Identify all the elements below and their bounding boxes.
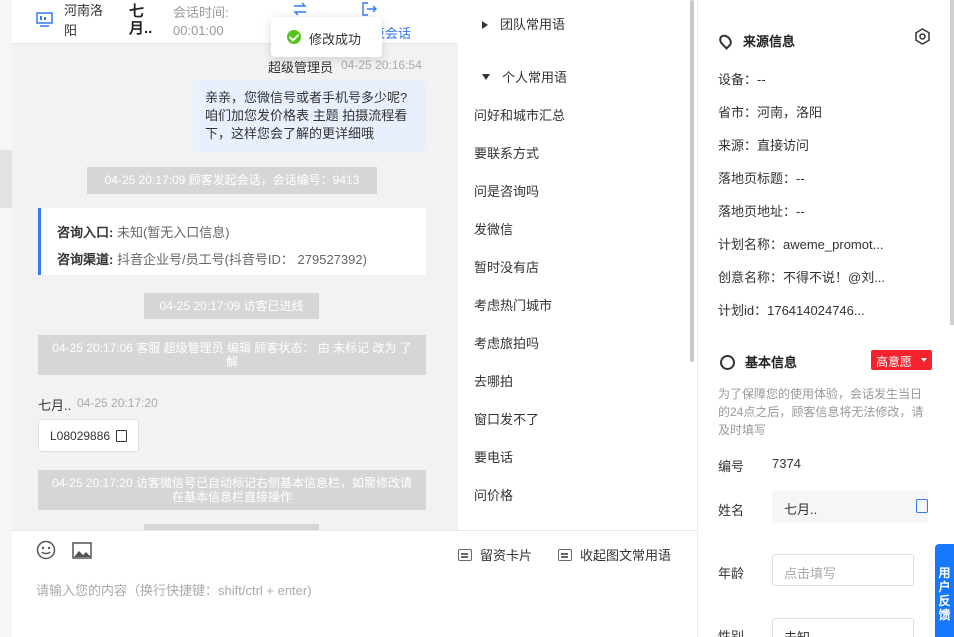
end-session-icon[interactable]	[361, 1, 377, 17]
channel-label: 咨询渠道:	[57, 252, 114, 267]
customer-code-text: L08029886	[50, 429, 111, 443]
personal-phrases-group[interactable]: 个人常用语	[482, 67, 567, 86]
collapse-phrases-label: 收起图文常用语	[580, 548, 672, 563]
message-input[interactable]: 请输入您的内容（换行快捷键：shift/ctrl + enter)	[36, 580, 312, 599]
source-landing-url: 落地页地址：--	[718, 204, 805, 219]
lead-card-label: 留资卡片	[480, 548, 533, 563]
age-label: 年龄	[718, 566, 745, 581]
card-icon	[458, 549, 472, 561]
image-icon[interactable]	[72, 542, 92, 559]
personal-phrases-label: 个人常用语	[502, 70, 568, 85]
phrase-item[interactable]: 要联系方式	[474, 143, 539, 162]
chat-panel: 河南洛阳 七月.. 会话时间: 00:01:00 束会话 修改成功 超级管理员 …	[12, 0, 458, 530]
check-circle-icon	[287, 30, 301, 44]
source-plan-name: 计划名称：aweme_promot...	[718, 237, 884, 252]
session-time-label: 会话时间:	[173, 5, 229, 20]
phrase-item[interactable]: 问是咨询吗	[474, 181, 539, 200]
lead-card-button[interactable]: 留资卡片	[458, 545, 532, 564]
source-origin: 来源：直接访问	[718, 138, 810, 153]
name-label: 姓名	[718, 503, 745, 518]
basic-info-note: 为了保障您的使用体验，会话发生当日的24点之后，顾客信息将无法修改，请及时填写	[718, 387, 924, 437]
entry-value: 未知(暂无入口信息)	[116, 225, 230, 240]
basic-info-label: 基本信息	[745, 355, 798, 370]
intent-badge-dropdown[interactable]: 高意愿	[871, 350, 932, 370]
location-pin-icon	[716, 32, 735, 50]
phrase-item[interactable]: 问好和城市汇总	[474, 105, 565, 124]
entry-line: 咨询入口: 未知(暂无入口信息)	[57, 219, 410, 246]
gender-label: 性别	[718, 629, 745, 637]
copy-icon[interactable]	[916, 499, 928, 513]
phrase-item[interactable]: 发微信	[474, 219, 513, 238]
source-plan-id: 计划id：176414024746...	[718, 303, 865, 318]
monitor-icon	[36, 12, 53, 27]
phrases-scrollbar[interactable]	[690, 0, 694, 362]
source-info-title: 来源信息	[716, 31, 796, 50]
phrase-item[interactable]: 暂时没有店	[474, 257, 539, 276]
source-device: 设备：--	[718, 72, 766, 87]
team-phrases-group[interactable]: 团队常用语	[482, 14, 565, 33]
copy-icon[interactable]	[116, 430, 127, 442]
settings-icon[interactable]	[914, 28, 931, 45]
phrase-item[interactable]: 问价格	[474, 485, 513, 504]
customer-name: 七月..	[129, 3, 153, 37]
common-phrases-panel: 团队常用语 个人常用语 问好和城市汇总 要联系方式 问是咨询吗 发微信 暂时没有…	[458, 0, 697, 530]
right-panel-scrollbar[interactable]	[950, 0, 954, 325]
success-toast: 修改成功	[271, 17, 382, 57]
channel-line: 咨询渠道: 抖音企业号/员工号(抖音号ID： 279527392)	[57, 246, 410, 273]
agent-message-time: 04-25 20:16:54	[341, 58, 422, 72]
caret-right-icon	[482, 21, 488, 29]
chat-header: 河南洛阳 七月.. 会话时间: 00:01:00 束会话	[12, 0, 458, 44]
left-edge-strip	[0, 150, 12, 208]
agent-sender-name: 超级管理员	[268, 60, 334, 75]
id-value: 7374	[772, 456, 801, 471]
team-phrases-label: 团队常用语	[500, 17, 566, 32]
system-message-session-start: 04-25 20:17:09 顾客发起会话，会话编号：9413	[87, 167, 377, 194]
phrase-item[interactable]: 窗口发不了	[474, 409, 539, 428]
channel-value: 抖音企业号/员工号(抖音号ID： 279527392)	[116, 252, 367, 267]
id-label: 编号	[718, 459, 745, 474]
user-icon	[720, 355, 735, 370]
name-value: 七月..	[784, 502, 818, 517]
source-province-city: 省市：河南，洛阳	[718, 105, 823, 120]
source-creative-name: 创意名称：不得不说！@刘...	[718, 270, 886, 285]
system-message-visitor-entered: 04-25 20:17:09 访客已进线	[144, 293, 319, 319]
message-input-area: 留资卡片 收起图文常用语 请输入您的内容（换行快捷键：shift/ctrl + …	[12, 530, 697, 637]
consult-info-card: 咨询入口: 未知(暂无入口信息) 咨询渠道: 抖音企业号/员工号(抖音号ID： …	[38, 208, 426, 275]
collapse-phrases-button[interactable]: 收起图文常用语	[558, 545, 671, 564]
message-icon	[558, 549, 572, 561]
customer-info-panel: 来源信息 设备：-- 省市：河南，洛阳 来源：直接访问 落地页标题：-- 落地页…	[697, 0, 954, 637]
gender-select[interactable]: 未知	[772, 618, 914, 637]
name-field[interactable]: 七月..	[772, 491, 928, 523]
toast-text: 修改成功	[309, 32, 362, 47]
phrase-item[interactable]: 去哪拍	[474, 371, 513, 390]
source-info-label: 来源信息	[743, 34, 796, 49]
customer-sender-name: 七月..	[38, 398, 72, 413]
emoji-icon[interactable]	[36, 540, 56, 560]
feedback-button[interactable]: 用户反馈	[935, 544, 954, 637]
age-input[interactable]: 点击填写	[772, 554, 914, 586]
customer-location: 河南洛阳	[64, 3, 104, 38]
basic-info-title: 基本信息	[720, 352, 797, 371]
entry-label: 咨询入口:	[57, 225, 114, 240]
phrase-item[interactable]: 考虑热门城市	[474, 295, 552, 314]
feedback-label: 用户反馈	[938, 566, 951, 622]
caret-down-icon	[482, 74, 490, 80]
system-message-auto-mark: 04-25 20:17:20 访客微信号已自动标记右侧基本信息栏，如需修改请在基…	[38, 470, 426, 510]
session-time: 00:01:00	[173, 23, 224, 38]
customer-message-code: L08029886	[38, 419, 139, 452]
transfer-icon[interactable]	[292, 1, 308, 17]
source-landing-title: 落地页标题：--	[718, 171, 805, 186]
phrase-item[interactable]: 考虑旅拍吗	[474, 333, 539, 352]
agent-message-bubble: 亲亲，您微信号或者手机号多少呢?咱们加您发价格表 主题 拍摄流程看下，这样您会了…	[193, 80, 426, 152]
system-message-status-edit: 04-25 20:17:06 客服 超级管理员 编辑 顾客状态： 由 未标记 改…	[38, 335, 426, 375]
customer-message-time: 04-25 20:17:20	[77, 396, 158, 410]
phrase-item[interactable]: 要电话	[474, 447, 513, 466]
